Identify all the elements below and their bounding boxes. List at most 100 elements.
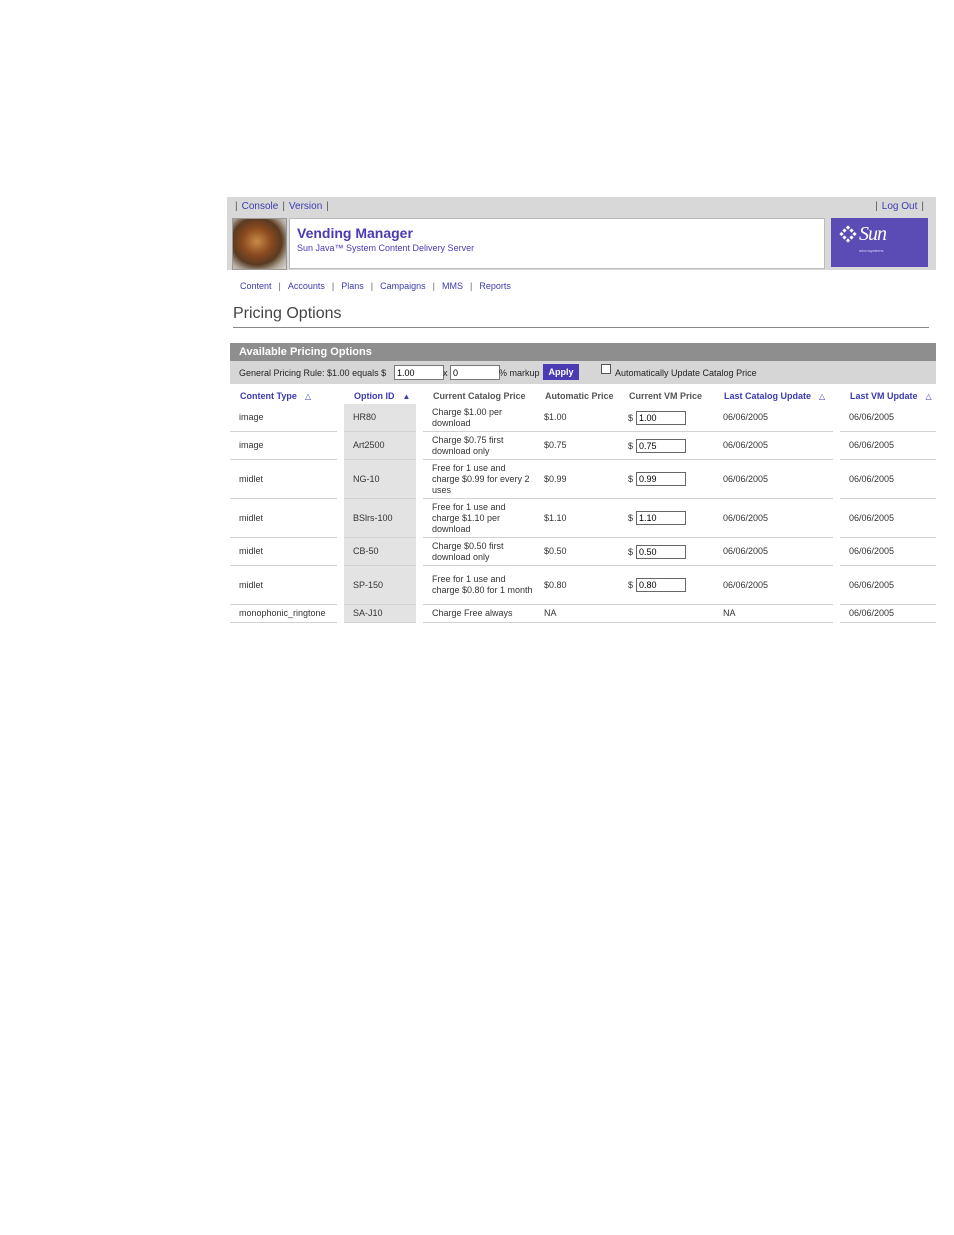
- page-title: Pricing Options: [233, 305, 342, 322]
- column-gap: [416, 605, 423, 623]
- header-photo: [232, 218, 287, 270]
- title-box: Vending Manager Sun Java™ System Content…: [289, 218, 825, 269]
- last-vm-update-cell: 06/06/2005: [840, 566, 936, 605]
- last-vm-update-cell: 06/06/2005: [840, 538, 936, 566]
- option-id-cell: HR80: [344, 404, 416, 432]
- vm-price-input[interactable]: [636, 472, 687, 486]
- nav-tab-plans[interactable]: Plans: [341, 281, 364, 291]
- option-id-cell: SA-J10: [344, 605, 416, 623]
- last-catalog-update-cell: NA: [714, 605, 833, 623]
- column-gap: [833, 566, 840, 605]
- brand-name: Sun: [859, 223, 887, 245]
- sort-outline-icon[interactable]: △: [305, 392, 311, 401]
- option-id-cell: CB-50: [344, 538, 416, 566]
- column-header-automatic-price: Automatic Price: [545, 390, 614, 401]
- logout-area: | Log Out |: [871, 201, 928, 212]
- column-gap: [416, 538, 423, 566]
- auto-update-checkbox[interactable]: [601, 364, 611, 374]
- column-header-last-vm-update[interactable]: Last VM Update △: [840, 387, 936, 404]
- currency-symbol: $: [628, 440, 634, 451]
- column-gap: [416, 432, 423, 460]
- main-nav: Content | Accounts | Plans | Campaigns |…: [240, 281, 511, 291]
- column-gap: [416, 566, 423, 605]
- vm-price-cell: $: [619, 566, 714, 605]
- content-type-cell: monophonic_ringtone: [230, 605, 337, 623]
- currency-symbol: $: [628, 546, 634, 557]
- vm-price-input[interactable]: [636, 578, 687, 592]
- sort-outline-icon[interactable]: △: [819, 392, 825, 401]
- content-type-cell: image: [230, 404, 337, 432]
- column-gap: [833, 404, 840, 432]
- column-header-option-id[interactable]: Option ID ▲: [344, 387, 416, 404]
- column-gap: [833, 538, 840, 566]
- last-vm-update-cell: 06/06/2005: [840, 460, 936, 499]
- column-gap: [833, 387, 840, 404]
- column-header-content-type[interactable]: Content Type △: [230, 387, 337, 404]
- table-row: image HR80 Charge $1.00 per download $1.…: [230, 404, 936, 432]
- catalog-price-cell: Charge Free always: [423, 605, 535, 623]
- currency-symbol: $: [628, 474, 634, 484]
- pricing-rule-bar: General Pricing Rule: $1.00 equals $ x %…: [230, 361, 936, 384]
- automatic-price-cell: $0.80: [535, 566, 619, 605]
- vm-price-input[interactable]: [636, 544, 687, 559]
- catalog-price-cell: Free for 1 use and charge $0.80 for 1 mo…: [423, 566, 535, 605]
- column-gap: [337, 499, 344, 538]
- vm-price-input[interactable]: [636, 438, 687, 453]
- nav-tab-accounts[interactable]: Accounts: [288, 281, 325, 291]
- last-catalog-update-cell: 06/06/2005: [714, 432, 833, 460]
- brand-tagline: microsystems: [859, 248, 884, 253]
- vending-manager-app: | Console | Version | | Log Out | Vendin…: [227, 197, 936, 623]
- column-gap: [337, 404, 344, 432]
- auto-update-label: Automatically Update Catalog Price: [615, 368, 757, 378]
- table-row: monophonic_ringtone SA-J10 Charge Free a…: [230, 605, 936, 623]
- catalog-price-cell: Charge $1.00 per download: [423, 404, 535, 432]
- app-header: Vending Manager Sun Java™ System Content…: [227, 217, 936, 270]
- console-link[interactable]: Console: [242, 201, 279, 212]
- app-title: Vending Manager: [297, 225, 413, 241]
- vm-price-cell: $: [619, 432, 714, 460]
- separator: |: [331, 281, 335, 291]
- table-row: midlet CB-50 Charge $0.50 first download…: [230, 538, 936, 566]
- nav-tab-reports[interactable]: Reports: [479, 281, 511, 291]
- header-label: Content Type: [240, 390, 297, 401]
- column-gap: [337, 605, 344, 623]
- apply-button[interactable]: Apply: [543, 364, 579, 380]
- content-type-cell: image: [230, 432, 337, 460]
- title-divider: [233, 327, 929, 328]
- last-catalog-update-cell: 06/06/2005: [714, 404, 833, 432]
- content-type-cell: midlet: [230, 538, 337, 566]
- last-catalog-update-cell: 06/06/2005: [714, 566, 833, 605]
- column-gap: [337, 387, 344, 404]
- nav-tab-campaigns[interactable]: Campaigns: [380, 281, 426, 291]
- vm-price-input[interactable]: [636, 511, 687, 525]
- markup-input[interactable]: [450, 365, 500, 380]
- rule-price-input[interactable]: [394, 365, 444, 380]
- last-vm-update-cell: 06/06/2005: [840, 499, 936, 538]
- separator: |: [235, 201, 238, 212]
- column-header-catalog-price: Current Catalog Price: [433, 390, 526, 401]
- column-gap: [416, 499, 423, 538]
- column-gap: [416, 404, 423, 432]
- content-type-cell: midlet: [230, 460, 337, 499]
- sort-filled-icon[interactable]: ▲: [403, 392, 411, 401]
- separator: |: [278, 281, 281, 291]
- logout-link[interactable]: Log Out: [882, 201, 918, 212]
- column-gap: [833, 605, 840, 623]
- sun-diamond-icon: [839, 225, 857, 243]
- separator: |: [432, 281, 435, 291]
- table-header-row: Content Type △ Option ID ▲ Current Catalog…: [230, 387, 936, 404]
- header-label: Last Catalog Update: [724, 390, 812, 401]
- version-link[interactable]: Version: [289, 201, 322, 212]
- table-row: midlet SP-150 Free for 1 use and charge …: [230, 566, 936, 605]
- table-row: image Art2500 Charge $0.75 first downloa…: [230, 432, 936, 460]
- column-header-last-catalog-update[interactable]: Last Catalog Update △: [714, 387, 833, 404]
- column-gap: [337, 566, 344, 605]
- vm-price-input[interactable]: [636, 410, 687, 425]
- catalog-price-cell: Charge $0.50 first download only: [423, 538, 535, 566]
- sort-outline-icon[interactable]: △: [926, 392, 932, 401]
- nav-tab-mms[interactable]: MMS: [442, 281, 463, 291]
- automatic-price-cell: $1.00: [535, 404, 619, 432]
- nav-tab-content[interactable]: Content: [240, 281, 272, 291]
- content-type-cell: midlet: [230, 499, 337, 538]
- automatic-price-cell: $0.75: [535, 432, 619, 460]
